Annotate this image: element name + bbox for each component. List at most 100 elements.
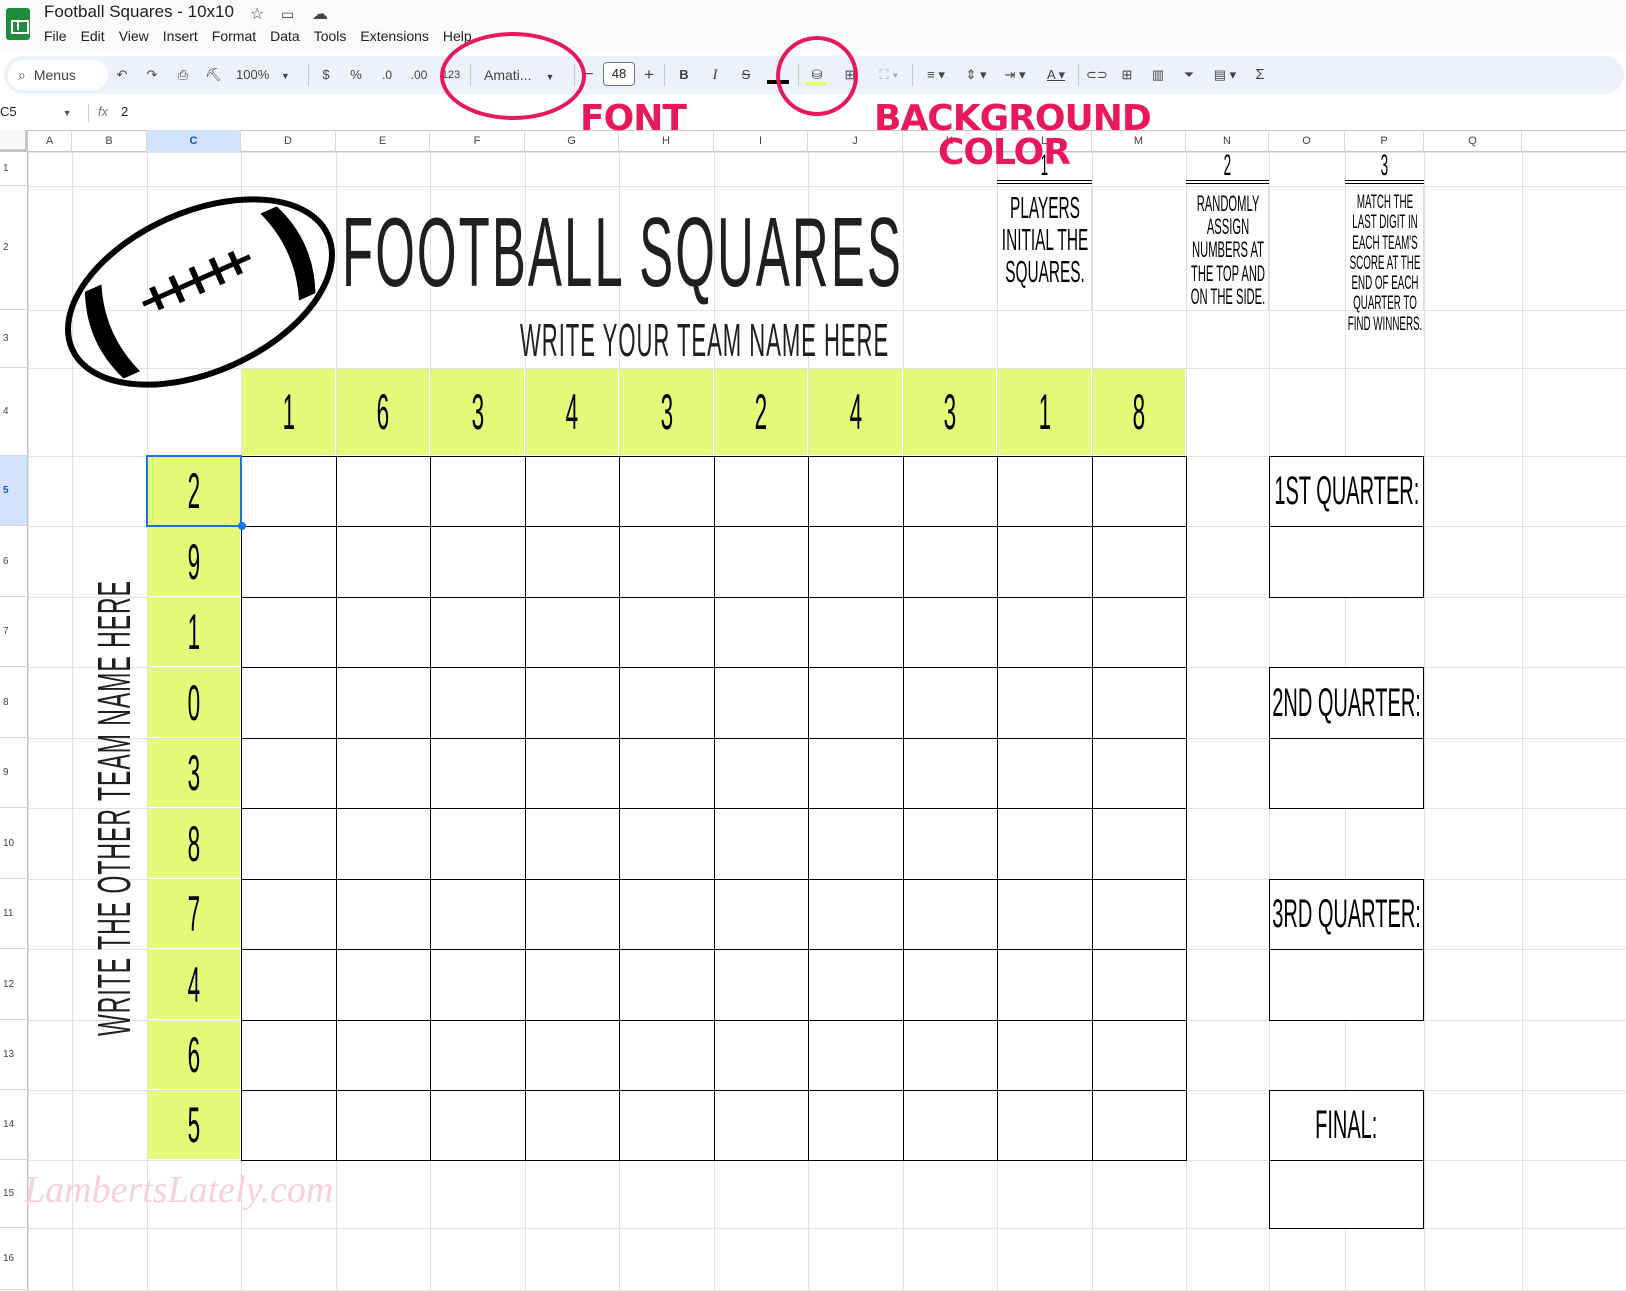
square-cell[interactable] (997, 808, 1093, 880)
square-cell[interactable] (241, 738, 337, 809)
column-header-o[interactable]: O (1269, 130, 1345, 152)
row-header-10[interactable]: 10 (0, 808, 28, 879)
zoom-select[interactable]: 100% ▼ (236, 64, 296, 86)
square-cell[interactable] (619, 1020, 715, 1091)
square-cell[interactable] (714, 456, 809, 527)
side-number-cell[interactable]: 1 (148, 598, 240, 666)
side-number-cell[interactable]: 6 (148, 1021, 240, 1089)
square-cell[interactable] (525, 597, 620, 668)
paint-format-icon[interactable]: ⛏ (205, 64, 222, 86)
square-cell[interactable] (525, 667, 620, 739)
filter-icon[interactable]: ⏷ (1180, 64, 1198, 86)
square-cell[interactable] (1092, 1020, 1187, 1091)
quarter-winner-cell[interactable] (1269, 949, 1424, 1021)
square-cell[interactable] (714, 597, 809, 668)
square-cell[interactable] (903, 456, 998, 527)
square-cell[interactable] (430, 597, 526, 668)
square-cell[interactable] (808, 808, 904, 880)
row-header-11[interactable]: 11 (0, 879, 28, 949)
square-cell[interactable] (1092, 738, 1187, 809)
quarter-winner-cell[interactable] (1269, 1160, 1424, 1229)
step-number-3[interactable]: 3 (1345, 149, 1424, 184)
square-cell[interactable] (430, 667, 526, 739)
square-cell[interactable] (525, 456, 620, 527)
row-header-5[interactable]: 5 (0, 456, 28, 526)
step-number-2[interactable]: 2 (1186, 149, 1269, 184)
menu-data[interactable]: Data (270, 28, 300, 44)
side-number-cell[interactable]: 9 (148, 527, 240, 596)
row-header-7[interactable]: 7 (0, 597, 28, 667)
square-cell[interactable] (714, 526, 809, 598)
square-cell[interactable] (241, 1090, 337, 1161)
insert-chart-icon[interactable]: ▥ (1149, 64, 1167, 86)
square-cell[interactable] (619, 1090, 715, 1161)
square-cell[interactable] (336, 808, 431, 880)
horizontal-align-icon[interactable]: ≡ ▾ (920, 64, 952, 86)
menu-edit[interactable]: Edit (81, 28, 105, 44)
column-header-a[interactable]: A (28, 130, 72, 152)
square-cell[interactable] (430, 1090, 526, 1161)
square-cell[interactable] (241, 808, 337, 880)
square-cell[interactable] (903, 949, 998, 1021)
top-number-cell[interactable]: 4 (809, 369, 902, 455)
sum-function-button[interactable]: Σ (1252, 64, 1268, 86)
row-header-1[interactable]: 1 (0, 152, 28, 186)
square-cell[interactable] (430, 949, 526, 1021)
text-wrapping-icon[interactable]: ⇥ ▾ (998, 64, 1032, 86)
square-cell[interactable] (336, 1090, 431, 1161)
formula-input[interactable]: 2 (121, 104, 128, 119)
square-cell[interactable] (808, 667, 904, 739)
step-text-1[interactable]: Players initial the squares. (997, 186, 1092, 310)
star-icon[interactable]: ☆ (250, 4, 264, 24)
quarter-label-cell[interactable]: 3rd quarter: (1269, 879, 1424, 950)
currency-button[interactable]: $ (318, 64, 334, 86)
row-header-12[interactable]: 12 (0, 949, 28, 1020)
square-cell[interactable] (619, 949, 715, 1021)
square-cell[interactable] (241, 667, 337, 739)
square-cell[interactable] (903, 738, 998, 809)
column-header-r[interactable] (1522, 130, 1626, 152)
square-cell[interactable] (525, 879, 620, 950)
square-cell[interactable] (336, 667, 431, 739)
redo-icon[interactable]: ↷ (144, 64, 160, 86)
side-number-cell[interactable]: 2 (148, 457, 240, 525)
square-cell[interactable] (241, 1020, 337, 1091)
square-cell[interactable] (336, 456, 431, 527)
select-all-corner[interactable] (0, 130, 28, 152)
functions-table-icon[interactable]: ▤ ▾ (1208, 64, 1242, 86)
square-cell[interactable] (1092, 456, 1187, 527)
square-cell[interactable] (336, 526, 431, 598)
square-cell[interactable] (808, 949, 904, 1021)
square-cell[interactable] (1092, 808, 1187, 880)
square-cell[interactable] (808, 738, 904, 809)
square-cell[interactable] (430, 738, 526, 809)
quarter-label-cell[interactable]: Final: (1269, 1090, 1424, 1161)
menu-extensions[interactable]: Extensions (360, 28, 428, 44)
italic-button[interactable]: I (707, 64, 723, 86)
square-cell[interactable] (714, 1090, 809, 1161)
side-number-cell[interactable]: 5 (148, 1091, 240, 1159)
quarter-winner-cell[interactable] (1269, 526, 1424, 598)
column-header-b[interactable]: B (72, 130, 147, 152)
square-cell[interactable] (997, 1020, 1093, 1091)
merge-cells-icon[interactable]: ⛶ ▾ (872, 64, 906, 86)
top-number-cell[interactable]: 6 (337, 369, 429, 455)
square-cell[interactable] (997, 667, 1093, 739)
column-header-q[interactable]: Q (1424, 130, 1522, 152)
square-cell[interactable] (808, 1020, 904, 1091)
top-number-cell[interactable]: 3 (431, 369, 524, 455)
menu-tools[interactable]: Tools (314, 28, 347, 44)
square-cell[interactable] (525, 526, 620, 598)
square-cell[interactable] (430, 456, 526, 527)
row-header-9[interactable]: 9 (0, 738, 28, 808)
square-cell[interactable] (525, 808, 620, 880)
search-menus-button[interactable]: ⌕ Menus (8, 60, 108, 90)
bold-button[interactable]: B (676, 64, 692, 86)
vertical-align-icon[interactable]: ⇕ ▾ (960, 64, 992, 86)
row-header-16[interactable]: 16 (0, 1228, 28, 1290)
insert-link-icon[interactable]: ⊂⊃ (1086, 64, 1108, 86)
row-header-6[interactable]: 6 (0, 526, 28, 597)
square-cell[interactable] (241, 949, 337, 1021)
square-cell[interactable] (619, 808, 715, 880)
square-cell[interactable] (997, 526, 1093, 598)
